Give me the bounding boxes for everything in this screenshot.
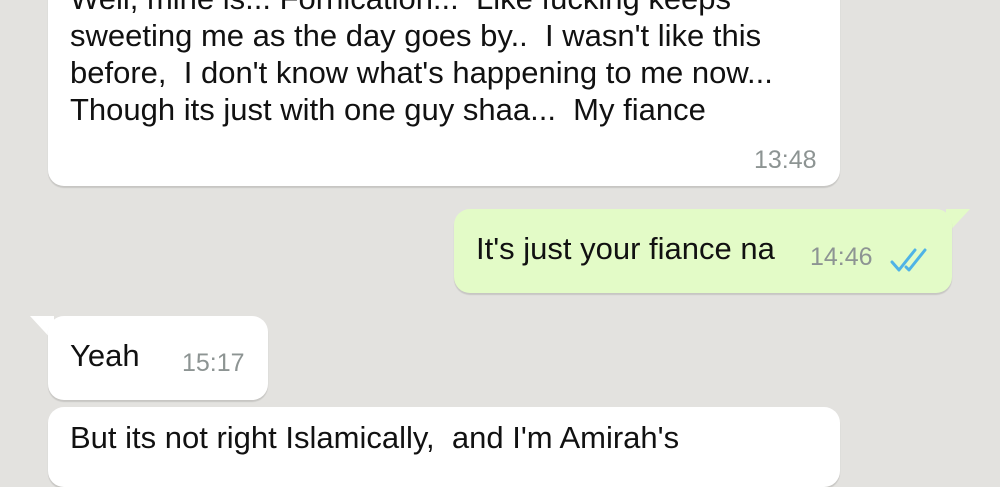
message-timestamp: 13:48 [754,146,817,174]
message-line: before, I don't know what's happening to… [70,55,773,90]
incoming-message[interactable]: Yeah 15:17 [48,316,268,400]
message-text: But its not right Islamically, and I'm A… [70,420,680,455]
chat-thread[interactable]: Well, mine is... Fornication... Like fuc… [0,0,1000,487]
incoming-message[interactable]: But its not right Islamically, and I'm A… [48,407,840,487]
message-timestamp: 14:46 [810,243,873,271]
message-line: Well, mine is... Fornication... Like fuc… [70,0,731,17]
double-check-read-icon [890,244,932,281]
message-line: sweeting me as the day goes by.. I wasn'… [70,18,762,53]
message-timestamp: 15:17 [182,349,245,377]
message-text: It's just your fiance na [476,231,775,266]
outgoing-message[interactable]: It's just your fiance na 14:46 [454,209,952,293]
message-line: Though its just with one guy shaa... My … [70,92,706,127]
message-text: Yeah [70,338,140,373]
incoming-message[interactable]: Well, mine is... Fornication... Like fuc… [48,0,840,186]
